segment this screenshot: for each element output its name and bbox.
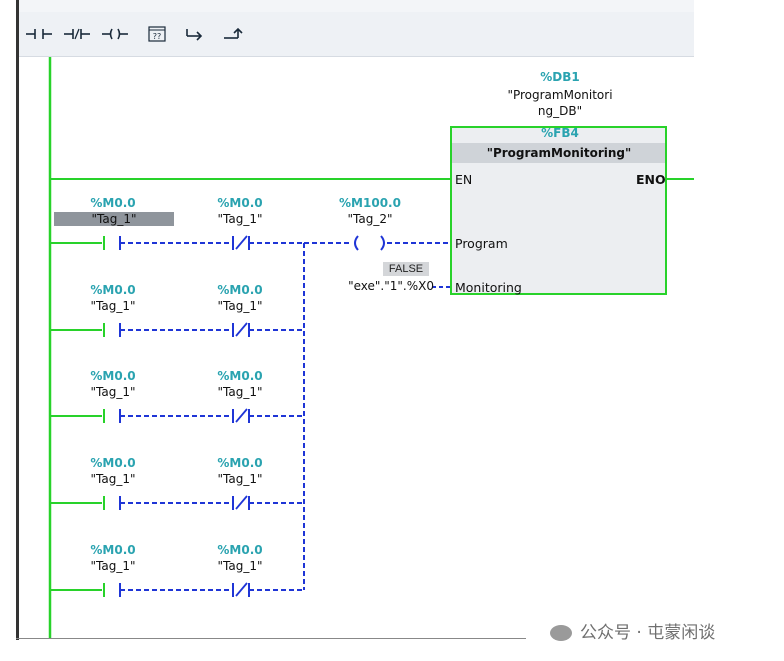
db-name-line1: "ProgramMonitori — [507, 88, 613, 102]
pin-eno: ENO — [636, 172, 666, 187]
nc-contact-address: %M0.0 — [217, 369, 263, 383]
watermark: 公众号 · 屯蒙闲谈 — [550, 618, 715, 643]
no-contact-address: %M0.0 — [90, 369, 136, 383]
no-contact-tag[interactable]: "Tag_1" — [78, 472, 148, 486]
pin-program: Program — [455, 236, 508, 251]
coil-right[interactable] — [380, 235, 385, 251]
pin-en: EN — [455, 172, 473, 187]
nc-contact-address: %M0.0 — [217, 196, 263, 210]
no-contact-address: %M0.0 — [90, 543, 136, 557]
nc-contact-address: %M0.0 — [217, 456, 263, 470]
fb-address: %FB4 — [541, 126, 579, 140]
monitoring-operand[interactable]: "exe"."1".%X0 — [338, 279, 434, 293]
db-name-line2: ng_DB" — [537, 104, 583, 118]
coil-left[interactable] — [354, 235, 359, 251]
no-contact-address: %M0.0 — [90, 283, 136, 297]
nc-contact-slash[interactable] — [235, 235, 248, 250]
nc-contact-tag[interactable]: "Tag_1" — [205, 385, 275, 399]
coil-address: %M100.0 — [339, 196, 401, 210]
nc-contact-address: %M0.0 — [217, 543, 263, 557]
fb-name: "ProgramMonitoring" — [486, 146, 632, 160]
nc-contact-tag[interactable]: "Tag_1" — [205, 212, 275, 226]
monitoring-value-badge: FALSE — [383, 262, 429, 276]
nc-contact-slash[interactable] — [235, 408, 248, 423]
nc-contact-slash[interactable] — [235, 322, 248, 337]
no-contact-tag[interactable]: "Tag_1" — [78, 299, 148, 313]
watermark-text: 公众号 · 屯蒙闲谈 — [580, 623, 716, 643]
no-contact-tag[interactable]: "Tag_1" — [78, 385, 148, 399]
no-contact-tag[interactable]: "Tag_1" — [78, 559, 148, 573]
no-contact-address: %M0.0 — [90, 456, 136, 470]
nc-contact-tag[interactable]: "Tag_1" — [205, 472, 275, 486]
nc-contact-tag[interactable]: "Tag_1" — [205, 559, 275, 573]
db-address: %DB1 — [540, 70, 580, 84]
nc-contact-address: %M0.0 — [217, 283, 263, 297]
pin-monitoring: Monitoring — [455, 280, 522, 295]
nc-contact-tag[interactable]: "Tag_1" — [205, 299, 275, 313]
editor-bottom-line — [16, 638, 526, 639]
coil-tag[interactable]: "Tag_2" — [335, 212, 405, 226]
nc-contact-slash[interactable] — [235, 495, 248, 510]
nc-contact-slash[interactable] — [235, 582, 248, 597]
no-contact-tag[interactable]: "Tag_1" — [54, 212, 174, 226]
wechat-icon — [550, 625, 572, 641]
no-contact-address: %M0.0 — [90, 196, 136, 210]
